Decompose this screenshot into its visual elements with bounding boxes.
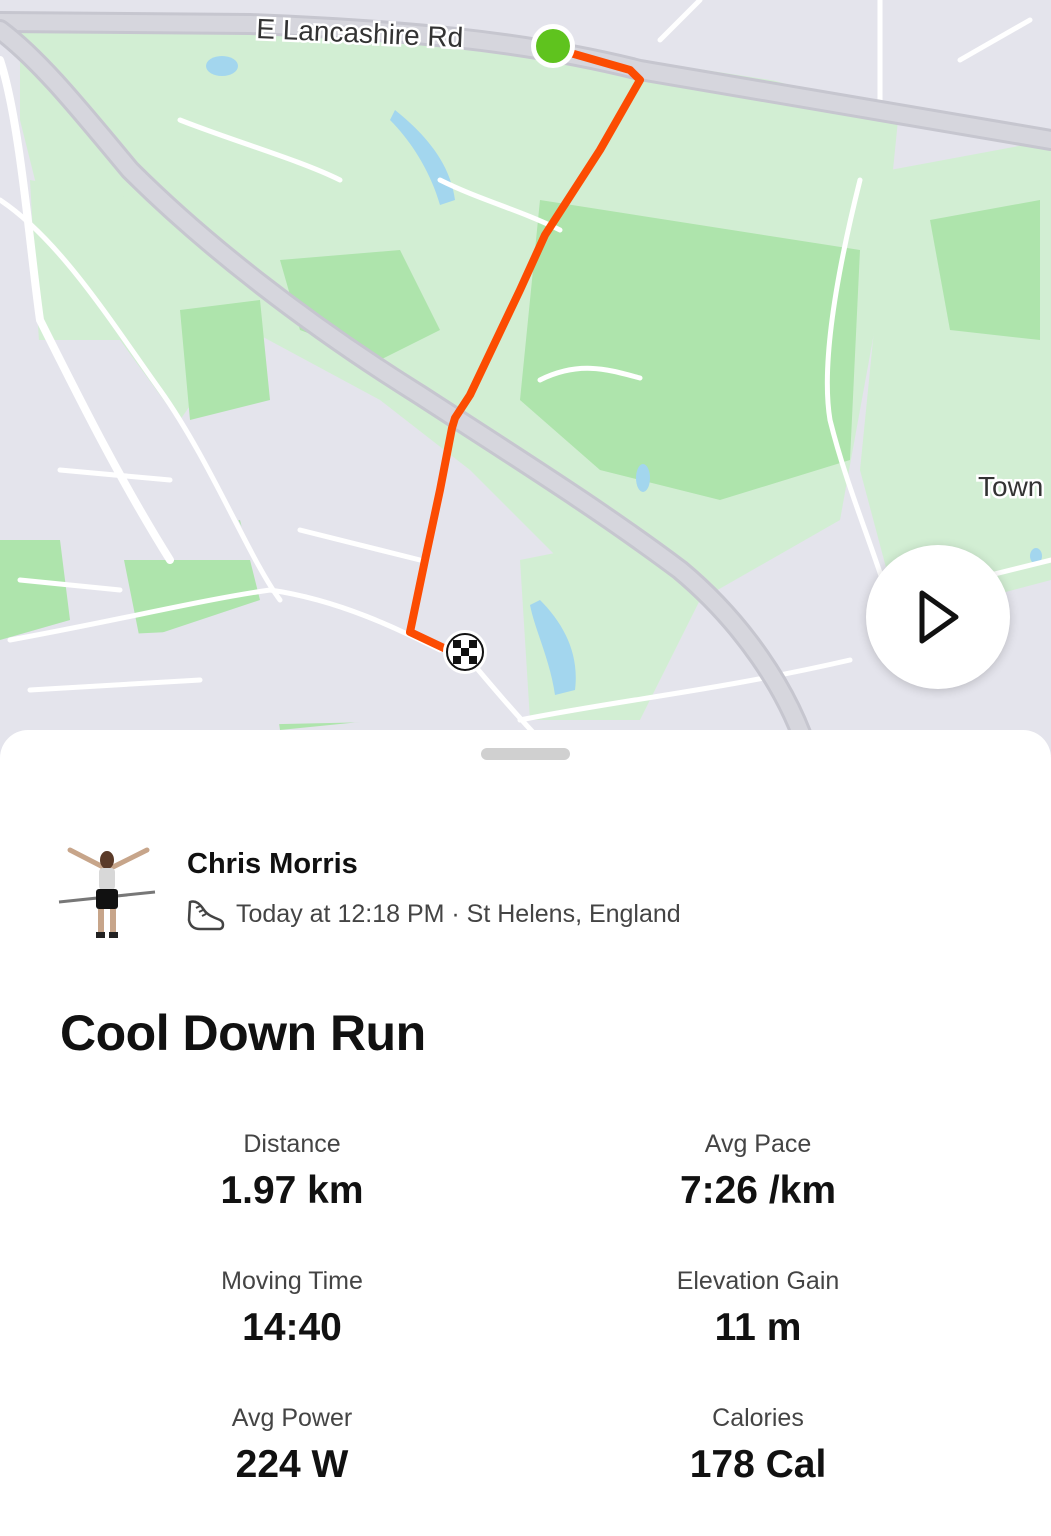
stat-calories: Calories 178 Cal [548, 1404, 968, 1487]
stat-value: 178 Cal [689, 1443, 827, 1486]
start-dot-icon [531, 24, 575, 68]
stat-label: Avg Power [231, 1404, 353, 1432]
stat-value: 11 m [714, 1306, 802, 1349]
stat-value: 7:26 /km [679, 1169, 837, 1212]
avatar[interactable] [55, 846, 159, 950]
play-button[interactable] [866, 545, 1010, 689]
stat-label: Elevation Gain [676, 1267, 840, 1295]
activity-detail-screen: E Lancashire Rd Town Chris Morris Today … [0, 0, 1051, 1536]
activity-sheet: Chris Morris Today at 12:18 PM · St Hele… [0, 730, 1051, 1536]
stat-label: Distance [243, 1130, 341, 1158]
sheet-drag-handle[interactable] [481, 748, 570, 760]
stat-moving-time: Moving Time 14:40 [82, 1267, 502, 1350]
stat-avg-power: Avg Power 224 W [82, 1404, 502, 1487]
stat-value: 1.97 km [220, 1169, 364, 1212]
stat-avg-pace: Avg Pace 7:26 /km [548, 1130, 968, 1213]
play-icon [919, 590, 959, 644]
athlete-name[interactable]: Chris Morris [187, 848, 358, 881]
activity-meta: Today at 12:18 PM · St Helens, England [186, 896, 681, 932]
stat-distance: Distance 1.97 km [82, 1130, 502, 1213]
stat-label: Avg Pace [704, 1130, 812, 1158]
stat-elevation-gain: Elevation Gain 11 m [548, 1267, 968, 1350]
running-shoe-icon [187, 900, 225, 931]
stat-value: 224 W [235, 1443, 349, 1486]
stat-value: 14:40 [242, 1306, 342, 1349]
stat-label: Calories [712, 1404, 804, 1432]
stat-label: Moving Time [221, 1267, 363, 1295]
activity-date-location: Today at 12:18 PM · St Helens, England [236, 899, 681, 928]
checkered-flag-icon [443, 630, 487, 674]
place-label: Town [978, 471, 1043, 502]
activity-title: Cool Down Run [60, 1005, 426, 1061]
